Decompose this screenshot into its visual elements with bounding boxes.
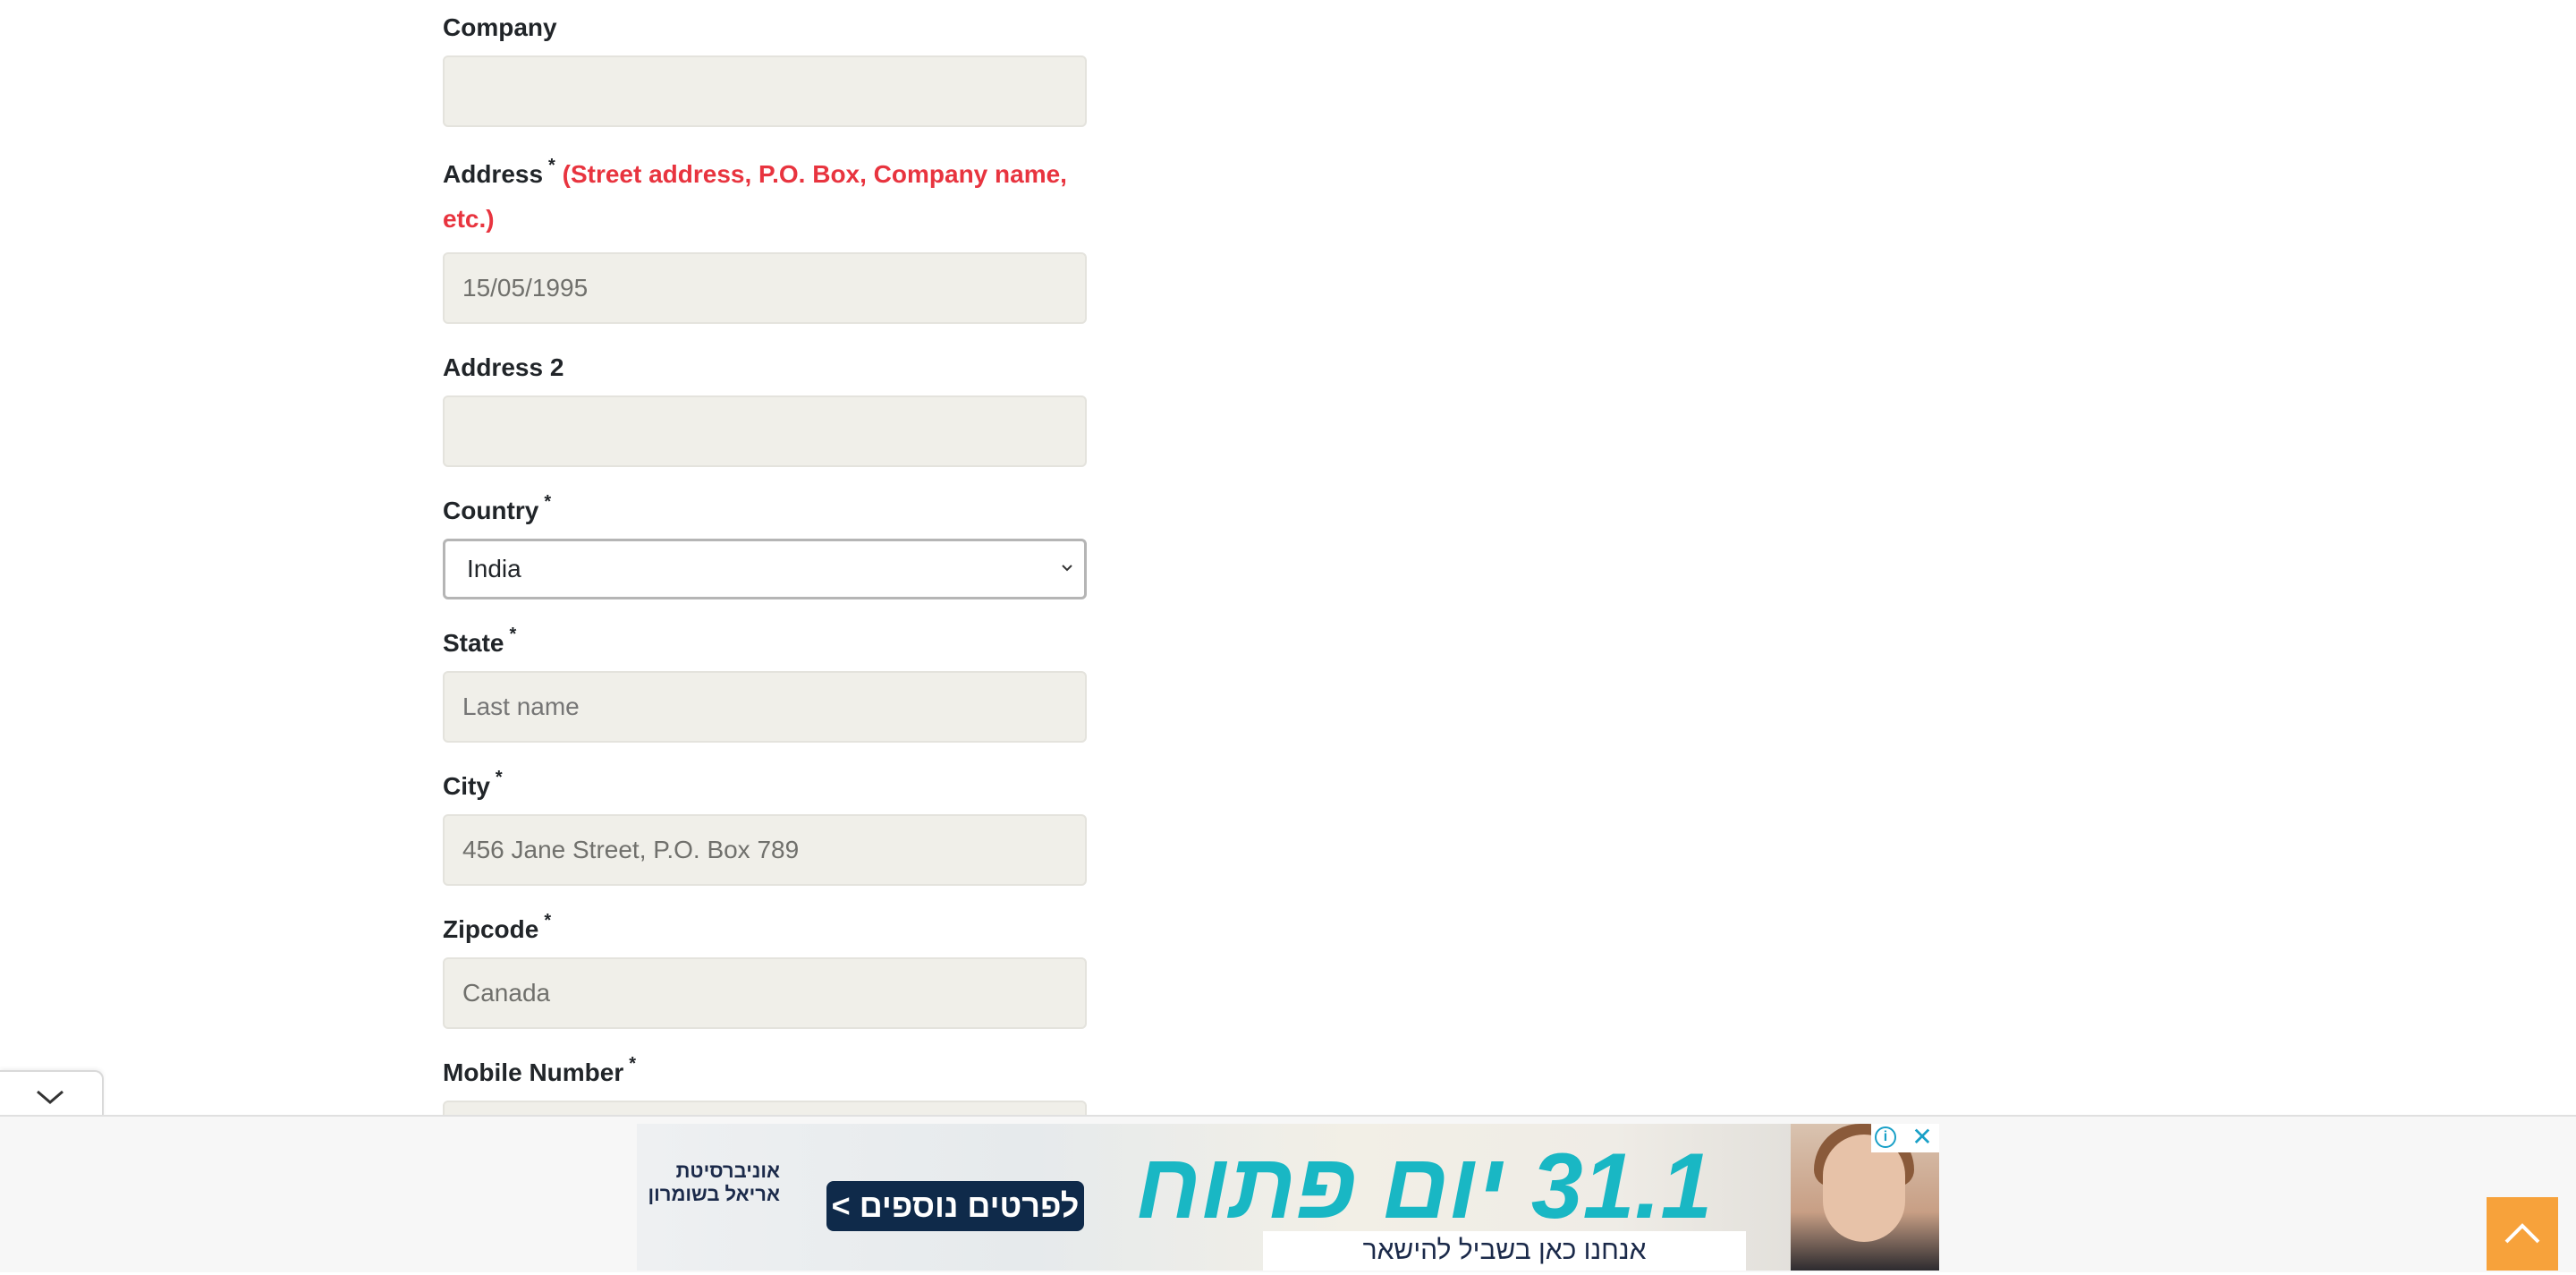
ad-cta-button[interactable]: לפרטים נוספים > bbox=[826, 1181, 1084, 1231]
chevron-up-icon bbox=[2504, 1223, 2540, 1244]
state-input[interactable] bbox=[443, 671, 1087, 743]
zipcode-label: Zipcode * bbox=[443, 911, 552, 943]
country-label: Country * bbox=[443, 492, 552, 524]
chevron-down-icon bbox=[37, 1090, 64, 1104]
required-asterisk: * bbox=[509, 625, 517, 644]
zipcode-input[interactable] bbox=[443, 957, 1087, 1029]
address-input[interactable] bbox=[443, 252, 1087, 324]
mobile-label: Mobile Number * bbox=[443, 1054, 637, 1086]
required-asterisk: * bbox=[629, 1054, 637, 1074]
chevron-down-icon bbox=[1061, 541, 1073, 616]
ad-banner[interactable]: אוניברסיטת אריאל בשומרון לפרטים נוספים >… bbox=[637, 1124, 1939, 1271]
address-label: Address * (Street address, P.O. Box, Comp… bbox=[443, 156, 1067, 188]
ad-controls: i ✕ bbox=[1871, 1124, 1939, 1152]
city-input[interactable] bbox=[443, 814, 1087, 886]
ad-logo: אוניברסיטת אריאל בשומרון bbox=[648, 1160, 780, 1205]
country-selected-value: India bbox=[467, 555, 521, 582]
address-hint-continued: etc.) bbox=[443, 205, 495, 233]
company-label: Company bbox=[443, 13, 557, 41]
address2-input[interactable] bbox=[443, 395, 1087, 467]
country-select[interactable]: India bbox=[443, 539, 1087, 599]
required-asterisk: * bbox=[544, 911, 552, 931]
address2-label: Address 2 bbox=[443, 353, 564, 381]
ad-headline: 31.1 יום פתוח bbox=[1135, 1135, 1713, 1238]
address-hint: (Street address, P.O. Box, Company name, bbox=[562, 160, 1067, 188]
state-label: State * bbox=[443, 625, 517, 657]
company-input[interactable] bbox=[443, 55, 1087, 127]
city-label: City * bbox=[443, 768, 503, 800]
ad-info-icon[interactable]: i bbox=[1875, 1126, 1896, 1148]
ad-collapse-tab[interactable] bbox=[0, 1070, 104, 1117]
ad-subline: אנחנו כאן בשביל להישאר bbox=[1263, 1231, 1746, 1271]
required-asterisk: * bbox=[495, 768, 503, 787]
ad-close-icon[interactable]: ✕ bbox=[1909, 1124, 1936, 1151]
required-asterisk: * bbox=[548, 156, 555, 175]
required-asterisk: * bbox=[544, 492, 552, 512]
scroll-to-top-button[interactable] bbox=[2487, 1197, 2558, 1271]
